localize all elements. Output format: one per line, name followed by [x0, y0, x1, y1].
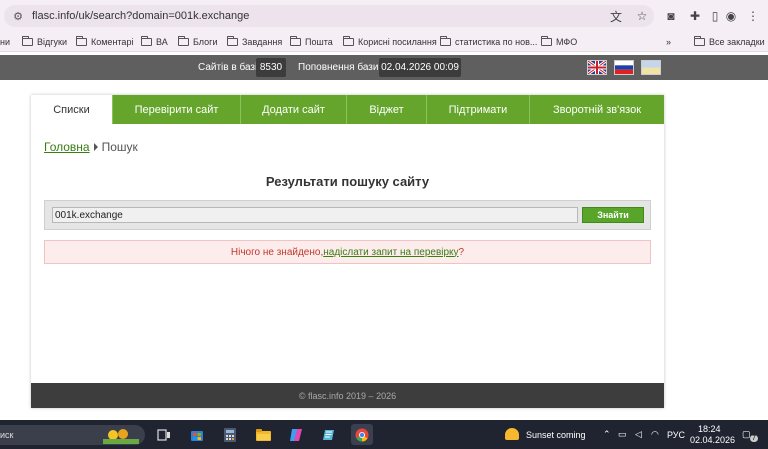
camera-icon[interactable]: ◙: [662, 5, 680, 27]
tab-widget[interactable]: Віджет: [347, 95, 427, 124]
sites-count: 8530: [256, 58, 286, 77]
clock-time[interactable]: 18:24: [698, 424, 721, 434]
request-check-link[interactable]: надіслати запит на перевірку: [323, 247, 458, 258]
breadcrumb: Головна Пошук: [44, 140, 138, 154]
all-bookmarks[interactable]: Все закладки: [694, 35, 765, 49]
breadcrumb-current: Пошук: [101, 140, 138, 154]
calculator-icon[interactable]: [219, 424, 241, 445]
alert-suffix: ?: [458, 246, 465, 258]
main-card: Списки Перевірити сайт Додати сайт Відже…: [31, 95, 664, 408]
bookmark-folder[interactable]: Блоги: [178, 35, 217, 49]
search-button[interactable]: Знайти: [582, 207, 644, 223]
breadcrumb-arrow-icon: [93, 143, 98, 151]
chrome-taskbar-icon[interactable]: [351, 424, 373, 445]
not-found-alert: Нічого не знайдено, надіслати запит на п…: [44, 240, 651, 264]
address-bar[interactable]: ⚙ flasc.info/uk/search?domain=001k.excha…: [4, 5, 654, 27]
bookmark-partial[interactable]: ни: [0, 35, 10, 49]
language-indicator[interactable]: РУС: [667, 430, 685, 440]
address-url[interactable]: flasc.info/uk/search?domain=001k.exchang…: [32, 10, 249, 22]
search-input[interactable]: [52, 207, 578, 223]
file-explorer-icon[interactable]: [252, 424, 274, 445]
tab-support[interactable]: Підтримати: [427, 95, 530, 124]
menu-icon[interactable]: ⋮: [744, 5, 762, 27]
bookmark-star-icon[interactable]: ☆: [634, 5, 650, 27]
bookmark-folder[interactable]: статистика по нов...: [440, 35, 537, 49]
folder-icon: [440, 36, 451, 46]
bookmark-folder[interactable]: ВА: [141, 35, 168, 49]
folder-icon: [227, 36, 238, 46]
folder-icon: [76, 36, 87, 46]
alert-text: Нічого не знайдено,: [230, 246, 324, 258]
battery-icon[interactable]: ▭: [618, 429, 627, 440]
bookmarks-more[interactable]: »: [666, 35, 671, 49]
bookmark-folder[interactable]: Коментарі: [76, 35, 133, 49]
site-info-icon[interactable]: ⚙: [10, 8, 26, 24]
bookmark-folder[interactable]: Завдання: [227, 35, 282, 49]
breadcrumb-home[interactable]: Головна: [44, 140, 90, 154]
notification-badge: 7: [750, 435, 758, 442]
taskbar-search-text: иск: [0, 430, 14, 440]
volume-icon[interactable]: ◁: [635, 429, 642, 440]
folder-icon: [541, 36, 552, 46]
tab-lists[interactable]: Списки: [31, 95, 113, 124]
folder-icon: [178, 36, 189, 46]
folder-icon: [22, 36, 33, 46]
update-date: 02.04.2026 00:09: [379, 58, 461, 77]
weather-text[interactable]: Sunset coming: [526, 430, 586, 440]
bookmark-folder[interactable]: Пошта: [290, 35, 333, 49]
tab-feedback[interactable]: Зворотній зв'язок: [530, 95, 664, 124]
flag-uk-icon[interactable]: [587, 59, 607, 76]
folder-icon: [343, 36, 354, 46]
bookmark-folder[interactable]: Корисні посилання: [343, 35, 437, 49]
folder-icon: [290, 36, 301, 46]
store-icon[interactable]: [186, 424, 208, 445]
wifi-icon[interactable]: ◠: [651, 429, 659, 440]
folder-icon: [141, 36, 152, 46]
tray-chevron-icon[interactable]: ⌃: [603, 429, 611, 440]
page-title: Результати пошуку сайту: [265, 174, 430, 189]
taskbar: иск Sunset coming ⌃ ▭ ◁ ◠ РУС 18:24 02.0…: [0, 420, 768, 449]
sites-label: Сайтів в базі: [198, 62, 258, 73]
update-label: Поповнення бази: [298, 62, 379, 73]
stats-bar: Сайтів в базі 8530 Поповнення бази 02.04…: [0, 55, 768, 80]
search-form: Знайти: [44, 200, 651, 230]
extensions-icon[interactable]: ✚: [686, 5, 704, 27]
bookmarks-bar: ни Відгуки Коментарі ВА Блоги Завдання П…: [0, 32, 768, 52]
profile-icon[interactable]: ◉: [722, 5, 740, 27]
bookmark-folder[interactable]: Відгуки: [22, 35, 67, 49]
tab-add-site[interactable]: Додати сайт: [241, 95, 347, 124]
browser-toolbar: ⚙ flasc.info/uk/search?domain=001k.excha…: [0, 0, 768, 32]
translate-icon[interactable]: 文: [608, 5, 624, 27]
notes-app-icon[interactable]: [318, 424, 340, 445]
folder-icon: [694, 36, 705, 46]
flag-ru-icon[interactable]: [614, 60, 634, 75]
task-view-icon[interactable]: [153, 424, 175, 445]
footer: © flasc.info 2019 – 2026: [31, 383, 664, 408]
flag-ua-icon[interactable]: [641, 60, 661, 75]
tab-check-site[interactable]: Перевірити сайт: [113, 95, 241, 124]
clock-date[interactable]: 02.04.2026: [690, 435, 735, 445]
weather-icon[interactable]: [505, 428, 519, 440]
bookmark-folder[interactable]: МФО: [541, 35, 577, 49]
search-highlight-icon[interactable]: [100, 424, 142, 445]
nav-tabs: Списки Перевірити сайт Додати сайт Відже…: [31, 95, 664, 124]
copilot-icon[interactable]: [285, 424, 307, 445]
